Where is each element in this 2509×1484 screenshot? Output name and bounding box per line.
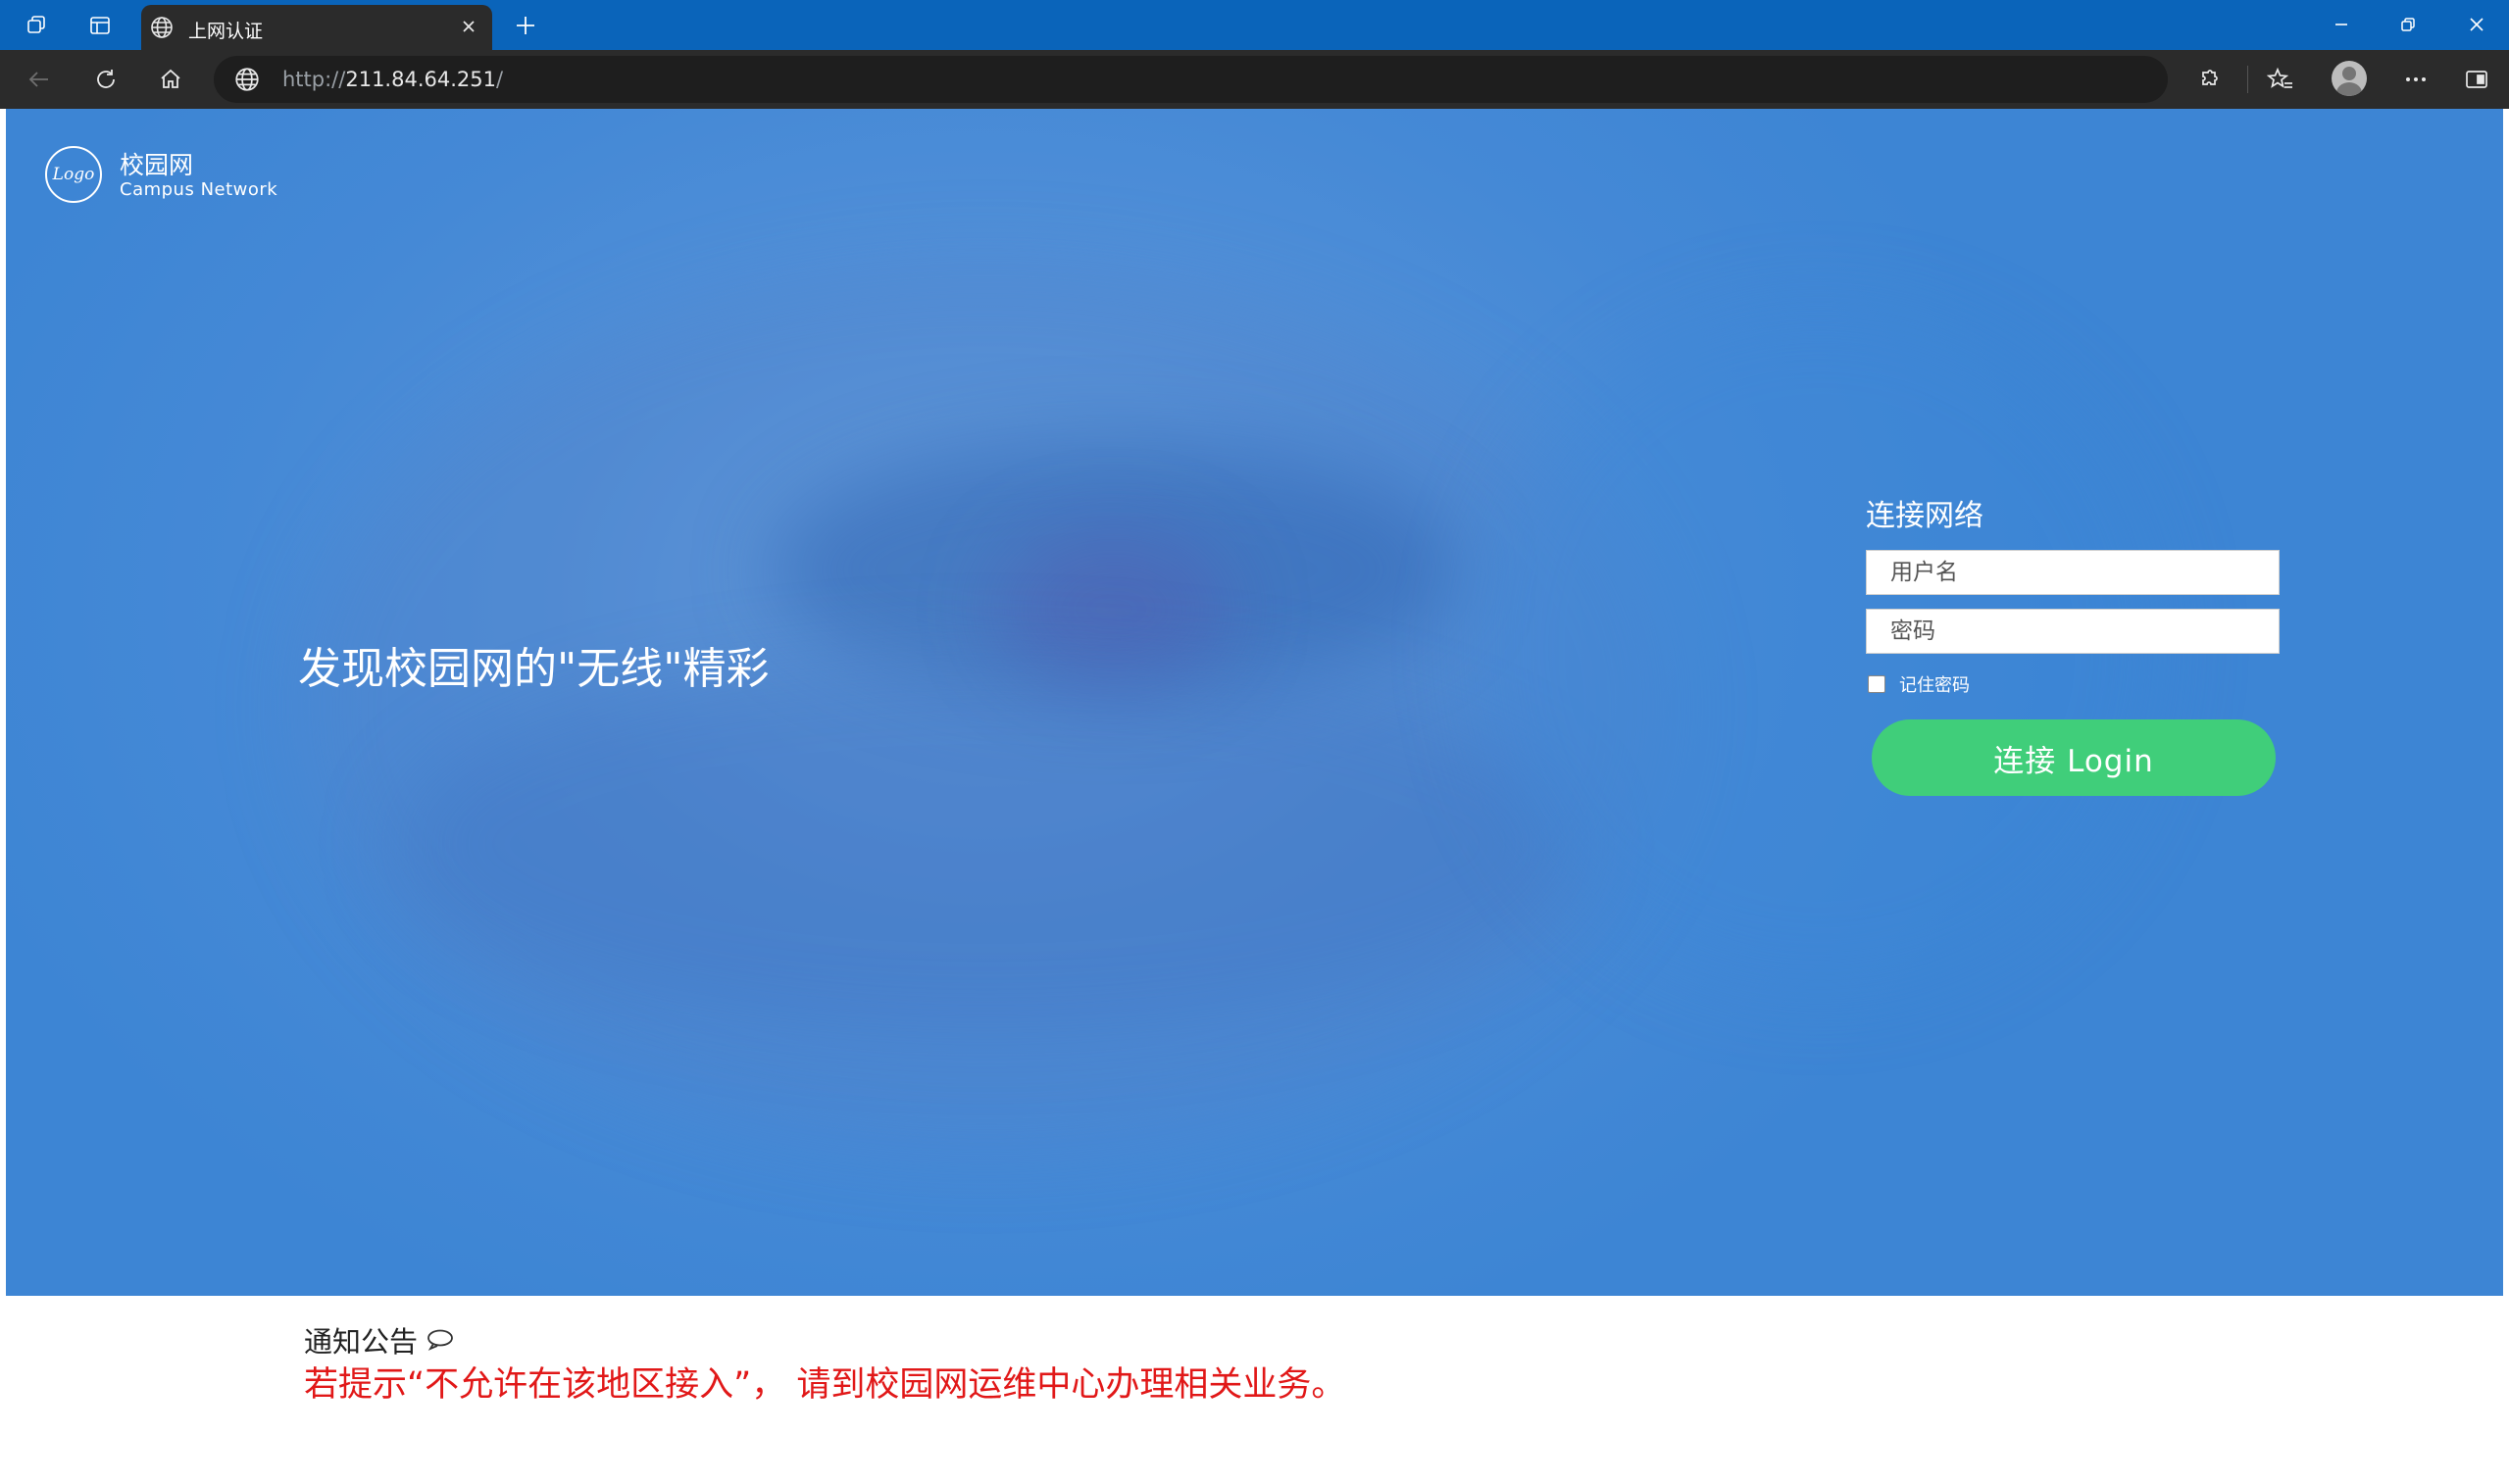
globe-icon	[233, 66, 261, 97]
remember-label: 记住密码	[1899, 675, 1970, 696]
hero-slogan: 发现校园网的"无线"精彩	[298, 644, 770, 694]
tab-actions-icon[interactable]	[86, 12, 114, 39]
logo-subtitle: Campus Network	[120, 179, 278, 200]
notice-title: 通知公告	[304, 1325, 419, 1359]
password-field-wrapper	[1866, 609, 2280, 654]
minimize-icon[interactable]	[2322, 10, 2361, 39]
username-field-wrapper	[1866, 550, 2280, 595]
remember-checkbox[interactable]	[1868, 675, 1885, 693]
notice-text: 若提示“不允许在该地区接入”， 请到校园网运维中心办理相关业务。	[304, 1365, 1346, 1405]
username-input[interactable]	[1867, 551, 2279, 594]
plus-icon[interactable]	[510, 12, 541, 39]
login-title: 连接网络	[1866, 499, 1983, 533]
logo-mark: Logo	[45, 146, 102, 203]
notice-section: 通知公告 若提示“不允许在该地区接入”， 请到校园网运维中心办理相关业务。	[6, 1296, 2503, 1484]
profile-avatar[interactable]	[2332, 61, 2367, 96]
browser-tab[interactable]: 上网认证	[141, 5, 492, 50]
notice-header: 通知公告	[304, 1319, 455, 1360]
split-screen-icon[interactable]	[2461, 64, 2492, 95]
password-input[interactable]	[1867, 610, 2279, 653]
globe-icon	[149, 15, 175, 44]
browser-titlebar: 上网认证	[0, 0, 2509, 50]
page-viewport: Logo 校园网 Campus Network 发现校园网的"无线"精彩 连接网…	[6, 109, 2503, 1484]
tab-title: 上网认证	[188, 21, 264, 42]
hero-banner: Logo 校园网 Campus Network 发现校园网的"无线"精彩 连接网…	[6, 109, 2503, 1296]
close-icon[interactable]	[455, 13, 482, 40]
more-icon[interactable]	[2400, 64, 2432, 95]
logo-name: 校园网	[120, 151, 194, 179]
home-icon[interactable]	[155, 64, 186, 95]
background-blur	[398, 658, 1575, 1030]
address-bar[interactable]: http://211.84.64.251/	[214, 56, 2168, 103]
url-text: http://211.84.64.251/	[282, 68, 504, 91]
refresh-icon[interactable]	[90, 64, 122, 95]
puzzle-icon[interactable]	[2194, 64, 2226, 95]
restore-icon[interactable]	[2388, 10, 2428, 39]
browser-toolbar: http://211.84.64.251/	[0, 50, 2509, 109]
workspaces-icon[interactable]	[24, 12, 51, 39]
window-close-icon[interactable]	[2457, 10, 2496, 39]
favorites-icon[interactable]	[2265, 64, 2296, 95]
remember-password[interactable]: 记住密码	[1868, 671, 1970, 697]
back-arrow-icon[interactable]	[24, 64, 55, 95]
toolbar-divider	[2247, 66, 2248, 93]
login-button[interactable]: 连接 Login	[1872, 719, 2276, 796]
speech-bubble-icon	[426, 1328, 455, 1356]
